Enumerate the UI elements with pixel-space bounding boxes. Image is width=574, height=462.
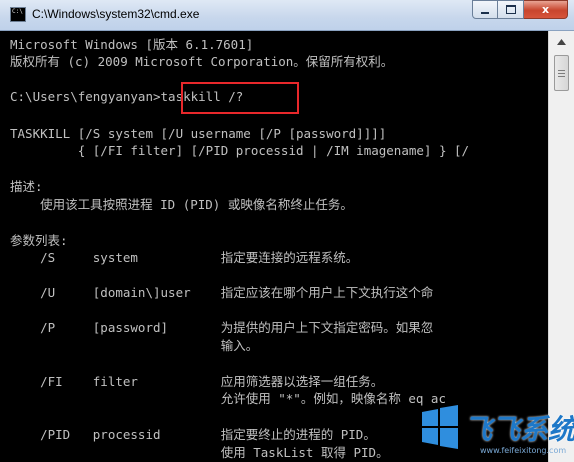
console-line: 允许使用 "*"。例如，映像名称 eq ac bbox=[10, 391, 446, 406]
site-watermark: 飞飞系统 www.feifeixitong.com bbox=[418, 396, 574, 462]
console-line: /PID processid 指定要终止的进程的 PID。 bbox=[10, 427, 376, 442]
cmd-app-icon[interactable]: C:\ bbox=[10, 7, 26, 22]
maximize-icon bbox=[505, 5, 516, 14]
console-line: { [/FI filter] [/PID processid | /IM ima… bbox=[10, 143, 470, 158]
console-line: 版权所有 (c) 2009 Microsoft Corporation。保留所有… bbox=[10, 54, 394, 69]
watermark-text: 飞飞系统 bbox=[464, 413, 574, 446]
console-line: 使用该工具按照进程 ID (PID) 或映像名称终止任务。 bbox=[10, 197, 353, 212]
console-line: TASKKILL [/S system [/U username [/P [pa… bbox=[10, 126, 387, 141]
watermark-url: www.feifeixitong.com bbox=[480, 446, 567, 455]
scrollbar-thumb[interactable] bbox=[554, 55, 569, 91]
maximize-button[interactable] bbox=[498, 0, 524, 19]
title-bar[interactable]: C:\ C:\Windows\system32\cmd.exe x bbox=[0, 0, 574, 31]
window-controls: x bbox=[472, 0, 568, 20]
console-line: Microsoft Windows [版本 6.1.7601] bbox=[10, 37, 254, 52]
windows-logo-icon bbox=[422, 405, 458, 449]
console-line: 参数列表: bbox=[10, 233, 68, 248]
console-line: /S system 指定要连接的远程系统。 bbox=[10, 250, 359, 265]
thumb-grip bbox=[558, 73, 565, 74]
window-title: C:\Windows\system32\cmd.exe bbox=[32, 7, 200, 21]
console-line: 输入。 bbox=[10, 338, 259, 353]
minimize-button[interactable] bbox=[472, 0, 498, 19]
console-line: /P [password] 为提供的用户上下文指定密码。如果忽 bbox=[10, 320, 434, 335]
minimize-icon bbox=[481, 11, 489, 14]
console-line: /FI filter 应用筛选器以选择一组任务。 bbox=[10, 374, 384, 389]
console-line: /U [domain\]user 指定应该在哪个用户上下文执行这个命 bbox=[10, 285, 434, 300]
thumb-grip bbox=[558, 70, 565, 71]
command-highlight-box bbox=[181, 82, 299, 114]
thumb-grip bbox=[558, 76, 565, 77]
console-line: 使用 TaskList 取得 PID。 bbox=[10, 445, 389, 460]
cmd-icon-text: C:\ bbox=[12, 8, 23, 15]
close-icon: x bbox=[541, 3, 550, 16]
console-line: 描述: bbox=[10, 179, 43, 194]
close-button[interactable]: x bbox=[524, 0, 568, 19]
scroll-up-arrow-icon[interactable] bbox=[552, 33, 571, 50]
